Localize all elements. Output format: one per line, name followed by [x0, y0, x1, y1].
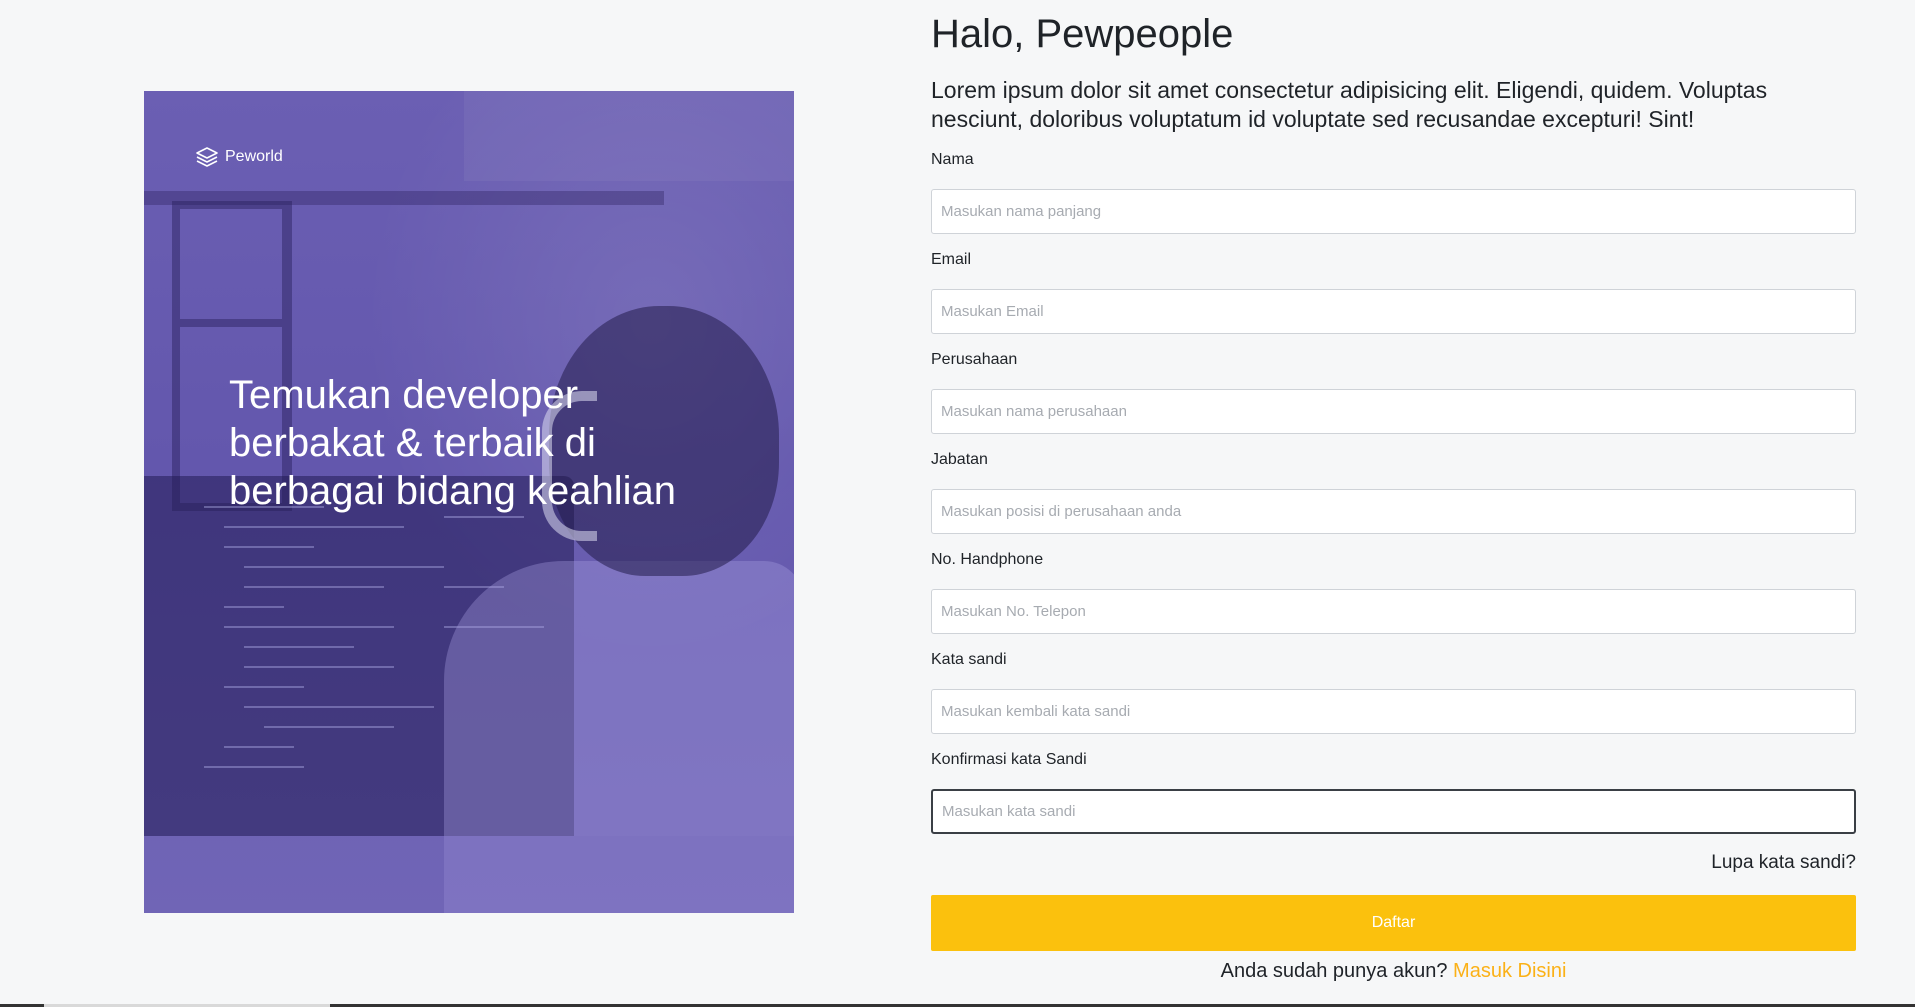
brand-name: Peworld — [225, 148, 283, 165]
confirm-password-label: Konfirmasi kata Sandi — [931, 751, 1087, 768]
position-input[interactable] — [931, 489, 1856, 534]
register-page: Peworld Temukan developer berbakat & ter… — [0, 0, 1915, 1007]
signin-prompt: Anda sudah punya akun? — [1220, 960, 1454, 982]
position-label: Jabatan — [931, 451, 988, 468]
name-input[interactable] — [931, 189, 1856, 234]
signin-link[interactable]: Masuk Disini — [1453, 960, 1566, 982]
forgot-password-link[interactable]: Lupa kata sandi? — [1711, 852, 1856, 874]
hero-headline: Temukan developer berbakat & terbaik di … — [229, 373, 677, 513]
name-label: Nama — [931, 151, 974, 168]
brand-logo[interactable]: Peworld — [195, 146, 283, 168]
email-input[interactable] — [931, 289, 1856, 334]
phone-label: No. Handphone — [931, 551, 1044, 568]
register-button[interactable]: Daftar — [931, 895, 1856, 951]
background-desk — [144, 836, 794, 913]
stacked-layers-icon — [195, 146, 219, 168]
hero-image-panel: Peworld Temukan developer berbakat & ter… — [144, 91, 794, 913]
phone-input[interactable] — [931, 589, 1856, 634]
confirm-password-input[interactable] — [931, 789, 1856, 834]
password-input[interactable] — [931, 689, 1856, 734]
page-title: Halo, Pewpeople — [931, 12, 1234, 56]
company-input[interactable] — [931, 389, 1856, 434]
company-label: Perusahaan — [931, 351, 1018, 368]
email-label: Email — [931, 251, 972, 268]
intro-text: Lorem ipsum dolor sit amet consectetur a… — [931, 77, 1768, 132]
signin-row: Anda sudah punya akun? Masuk Disini — [931, 960, 1856, 983]
background-ceiling — [464, 91, 794, 181]
register-form: Halo, Pewpeople Lorem ipsum dolor sit am… — [931, 0, 1856, 1007]
password-label: Kata sandi — [931, 651, 1007, 668]
